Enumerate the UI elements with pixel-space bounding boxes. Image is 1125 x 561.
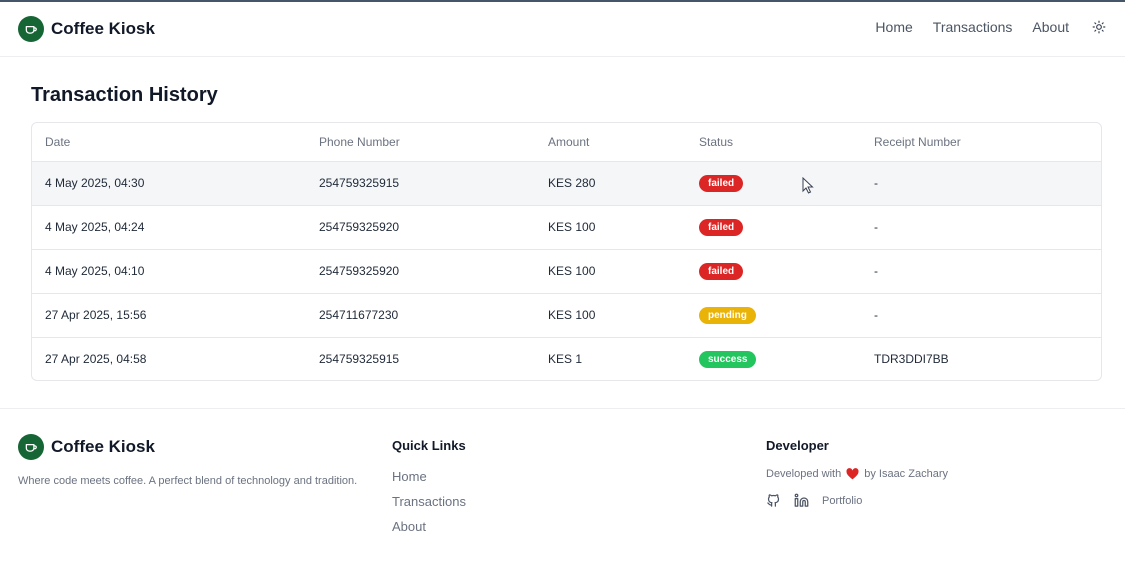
quick-links-heading: Quick Links (392, 438, 466, 453)
linkedin-icon[interactable] (794, 493, 810, 509)
main-content: Transaction History Date Phone Number Am… (0, 58, 1125, 408)
cell-receipt: - (861, 249, 1101, 294)
cell-phone: 254759325915 (319, 352, 400, 367)
cell-date: 4 May 2025, 04:30 (32, 161, 306, 206)
social-links: Portfolio (766, 493, 948, 509)
status-badge: pending (699, 306, 756, 324)
cell-amount: KES 100 (535, 205, 686, 250)
site-footer: Coffee Kiosk Where code meets coffee. A … (0, 408, 1125, 561)
cell-phone: 254759325915 (306, 161, 535, 206)
table-row[interactable]: 4 May 2025, 04:24 254759325920 KES 100 f… (32, 205, 1101, 250)
developer-credit: Developed with by Isaac Zachary (766, 468, 948, 480)
table-header-row: Date Phone Number Amount Status Receipt … (32, 123, 1101, 162)
brand-link[interactable]: Coffee Kiosk (18, 16, 155, 42)
cell-phone: 254759325920 (306, 249, 535, 294)
cell-receipt: - (861, 205, 1101, 250)
nav-transactions[interactable]: Transactions (933, 19, 1013, 35)
coffee-cup-icon (18, 16, 44, 42)
cell-date: 27 Apr 2025, 04:58 (45, 352, 147, 367)
cell-amount: KES 100 (535, 293, 686, 338)
cell-receipt: TDR3DDI7BB (874, 352, 949, 367)
footer-link-home[interactable]: Home (392, 469, 466, 484)
cell-date: 4 May 2025, 04:24 (32, 205, 306, 250)
footer-link-transactions[interactable]: Transactions (392, 494, 466, 509)
footer-brand-section: Coffee Kiosk Where code meets coffee. A … (18, 434, 358, 489)
sun-icon[interactable] (1091, 19, 1107, 35)
footer-brand-name: Coffee Kiosk (51, 437, 155, 456)
mouse-cursor-icon (802, 176, 814, 199)
cell-amount: KES 1 (548, 352, 583, 367)
portfolio-link[interactable]: Portfolio (822, 495, 862, 507)
footer-link-about[interactable]: About (392, 519, 466, 534)
cell-receipt: - (861, 293, 1101, 338)
coffee-cup-icon (18, 434, 44, 460)
status-badge: failed (699, 262, 744, 280)
status-badge: success (699, 350, 757, 368)
developed-with-text: Developed with (766, 468, 842, 480)
github-icon[interactable] (766, 493, 782, 509)
column-header-phone: Phone Number (306, 123, 535, 162)
nav-home[interactable]: Home (875, 19, 912, 35)
site-header: Coffee Kiosk Home Transactions About (0, 2, 1125, 57)
footer-tagline: Where code meets coffee. A perfect blend… (18, 475, 358, 487)
cell-phone: 254711677230 (306, 293, 535, 338)
column-header-receipt: Receipt Number (861, 123, 1101, 162)
table-row[interactable]: 4 May 2025, 04:30 254759325915 KES 280 f… (32, 161, 1101, 206)
footer-quick-links: Quick Links Home Transactions About (392, 434, 466, 534)
cell-amount: KES 280 (535, 161, 686, 206)
brand-name: Coffee Kiosk (51, 19, 155, 38)
main-nav: Home Transactions About (855, 19, 1107, 35)
cell-phone: 254759325920 (306, 205, 535, 250)
developer-heading: Developer (766, 438, 829, 453)
footer-brand[interactable]: Coffee Kiosk (18, 434, 358, 460)
column-header-amount: Amount (535, 123, 686, 162)
cell-amount: KES 100 (535, 249, 686, 294)
developer-name: by Isaac Zachary (864, 468, 948, 480)
column-header-status: Status (686, 123, 861, 162)
status-badge: failed (699, 174, 744, 192)
footer-developer-section: Developer Developed with by Isaac Zachar… (766, 434, 948, 509)
cell-date: 27 Apr 2025, 15:56 (32, 293, 306, 338)
status-badge: failed (699, 218, 744, 236)
column-header-date: Date (32, 123, 306, 162)
table-row[interactable]: 27 Apr 2025, 15:56 254711677230 KES 100 … (32, 293, 1101, 338)
table-row[interactable]: 27 Apr 2025, 04:58 254759325915 KES 1 su… (32, 337, 1101, 380)
nav-about[interactable]: About (1032, 19, 1069, 35)
heart-icon (846, 468, 859, 480)
cell-date: 4 May 2025, 04:10 (32, 249, 306, 294)
table-row[interactable]: 4 May 2025, 04:10 254759325920 KES 100 f… (32, 249, 1101, 294)
page-title: Transaction History (31, 84, 218, 106)
transactions-table: Date Phone Number Amount Status Receipt … (32, 123, 1101, 380)
transactions-table-card: Date Phone Number Amount Status Receipt … (31, 122, 1102, 381)
cell-receipt: - (861, 161, 1101, 206)
